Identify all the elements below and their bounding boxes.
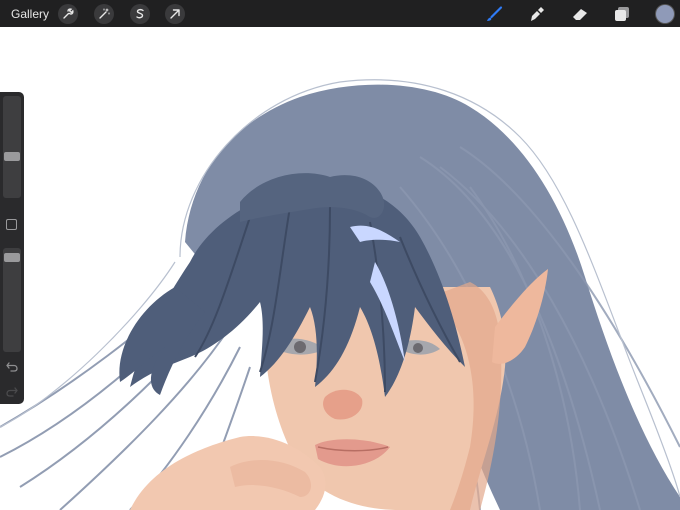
- left-sidebar: [0, 92, 24, 404]
- gallery-button[interactable]: Gallery: [11, 7, 49, 21]
- transform-arrow-icon[interactable]: [165, 4, 185, 24]
- layers-icon[interactable]: [612, 4, 632, 24]
- color-picker-swatch[interactable]: [656, 5, 674, 23]
- opacity-slider[interactable]: [3, 248, 21, 352]
- smudge-icon[interactable]: [527, 4, 547, 24]
- brush-icon[interactable]: [484, 4, 504, 24]
- drawing-canvas[interactable]: [0, 27, 680, 510]
- eraser-icon[interactable]: [570, 4, 590, 24]
- brush-size-slider[interactable]: [3, 96, 21, 198]
- magic-wand-icon[interactable]: [94, 4, 114, 24]
- opacity-thumb[interactable]: [4, 253, 20, 262]
- brush-size-thumb[interactable]: [4, 152, 20, 161]
- redo-icon[interactable]: [5, 385, 19, 399]
- top-toolbar: Gallery: [0, 0, 680, 27]
- undo-icon[interactable]: [5, 360, 19, 374]
- wrench-icon[interactable]: [58, 4, 78, 24]
- selection-icon[interactable]: [130, 4, 150, 24]
- modifier-button[interactable]: [6, 219, 17, 230]
